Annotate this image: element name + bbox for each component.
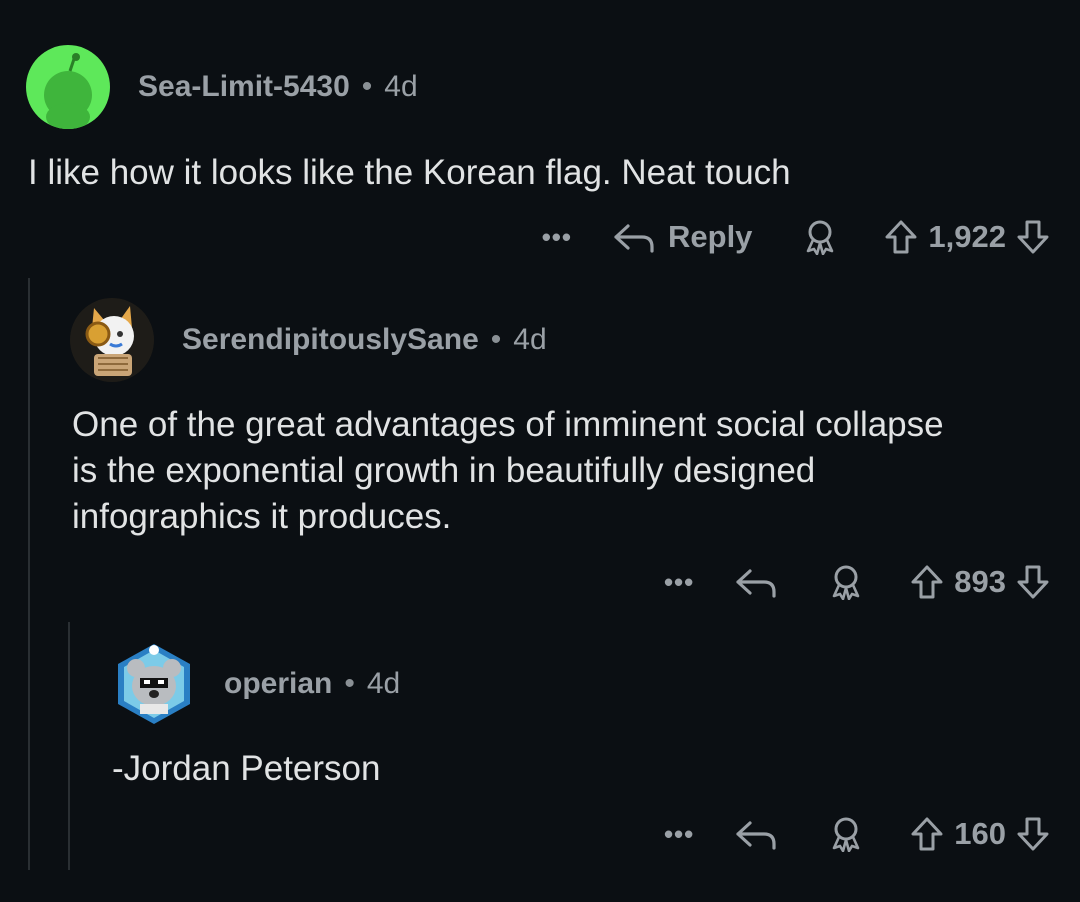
comment-actions: ••• Reply 1,922 [542,217,1050,257]
vote-score: 1,922 [928,219,1006,254]
comment-header: operian • 4d [112,642,400,726]
reply-arrow-icon [734,565,778,599]
separator-dot: • [344,667,355,700]
more-options-button[interactable]: ••• [664,819,694,850]
more-options-button[interactable]: ••• [542,222,572,253]
separator-dot: • [361,70,373,103]
award-button[interactable] [830,564,862,600]
downvote-icon [1016,816,1050,852]
comment-actions: ••• 160 [664,814,1050,854]
award-button[interactable] [804,219,836,255]
thread-line-level-2[interactable] [68,622,70,870]
reply-button[interactable]: Reply [612,219,752,255]
reply-label: Reply [668,219,753,254]
comment-text: One of the great advantages of imminent … [72,405,944,536]
avatar[interactable] [112,642,196,726]
vote-score: 160 [954,816,1006,851]
downvote-icon [1016,564,1050,600]
username[interactable]: SerendipitouslySane [182,323,479,357]
award-button[interactable] [830,816,862,852]
reply-button[interactable] [734,565,778,599]
reply-button[interactable] [734,817,778,851]
reply-arrow-icon [734,817,778,851]
upvote-button[interactable] [910,816,944,852]
comment-text: I like how it looks like the Korean flag… [28,153,791,192]
separator-dot: • [490,323,502,356]
upvote-icon [910,816,944,852]
downvote-icon [1016,219,1050,255]
upvote-button[interactable] [884,219,918,255]
username[interactable]: operian [224,667,332,701]
more-options-button[interactable]: ••• [664,567,694,598]
downvote-button[interactable] [1016,564,1050,600]
downvote-button[interactable] [1016,816,1050,852]
comment-header: SerendipitouslySane • 4d [70,298,547,382]
timestamp: 4d [384,70,418,103]
avatar[interactable] [26,45,110,129]
reply-arrow-icon [612,220,656,254]
upvote-icon [910,564,944,600]
thread-line-level-1[interactable] [28,278,30,870]
downvote-button[interactable] [1016,219,1050,255]
vote-score: 893 [954,564,1006,599]
ellipsis-icon: ••• [541,221,572,252]
comment-actions: ••• 893 [664,562,1050,602]
upvote-button[interactable] [910,564,944,600]
timestamp: 4d [366,667,401,700]
username[interactable]: Sea-Limit-5430 [138,70,350,104]
award-icon [804,219,836,255]
ellipsis-icon: ••• [663,566,695,597]
award-icon [830,564,862,600]
comment-text: -Jordan Peterson [112,749,381,788]
timestamp: 4d [513,323,547,356]
avatar[interactable] [70,298,154,382]
comment-header: Sea-Limit-5430 • 4d [26,45,418,129]
upvote-icon [884,219,918,255]
award-icon [830,816,862,852]
ellipsis-icon: ••• [663,818,695,849]
